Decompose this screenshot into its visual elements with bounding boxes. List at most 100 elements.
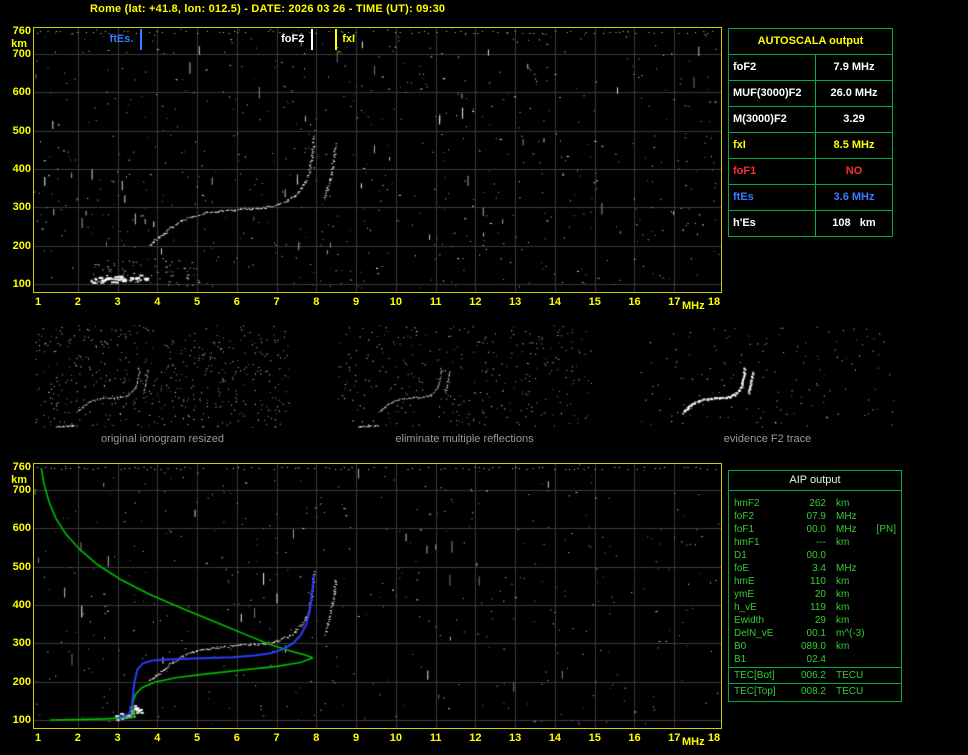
x-tick-label: 16 — [628, 732, 641, 744]
thumbnail-multiple-reflections — [337, 325, 592, 428]
x-tick-label: 7 — [273, 732, 280, 744]
aip-row-yme: ymE 20 km — [729, 588, 901, 601]
aip-row-value: 20 — [814, 589, 826, 600]
aip-row-value: 110 — [810, 576, 826, 587]
x-tick-label: 6 — [233, 296, 240, 308]
aip-row-b0: B0 089.0 km — [729, 640, 901, 653]
x-tick-label: 2 — [74, 296, 81, 308]
y-tick-label: 200 — [12, 239, 31, 252]
aip-row-hme: hmE 110 km — [729, 575, 901, 588]
x-tick-label: 4 — [154, 732, 161, 744]
aip-row-label: hmE — [734, 576, 755, 587]
aip-row-unit: TECU — [836, 686, 864, 697]
autoscala-row-m-3000-f2: M(3000)F2 3.29 — [729, 107, 892, 133]
autoscala-output-panel: AUTOSCALA output foF2 7.9 MHz MUF(3000)F2 2… — [728, 28, 893, 237]
aip-row-b1: B1 02.4 — [729, 653, 901, 666]
autoscala-row-ftes: ftEs 3.6 MHz — [729, 185, 892, 211]
autoscala-row-value: NO — [845, 165, 863, 177]
autoscala-row-label: foF1 — [729, 159, 816, 184]
aip-row-label: TEC[Bot] — [734, 670, 775, 681]
x-tick-label: 5 — [193, 732, 201, 744]
autoscala-row-label: foF2 — [729, 55, 816, 80]
aip-row-label: h_vE — [734, 602, 757, 613]
aip-row-value: 07.9 — [806, 511, 826, 522]
aip-row-value: 089.0 — [800, 641, 826, 652]
autoscala-output-title: AUTOSCALA output — [729, 29, 892, 55]
marker-line-fof2 — [311, 29, 314, 50]
x-tick-label: 4 — [154, 296, 161, 308]
aip-row-unit: km — [836, 576, 850, 587]
x-tick-label: 8 — [313, 732, 320, 744]
autoscala-row-value: 3.29 — [843, 113, 865, 125]
x-axis-unit-label: MHz — [682, 736, 705, 748]
aip-row-unit: km — [836, 641, 850, 652]
y-tick-label: 500 — [12, 124, 31, 137]
x-tick-label: 11 — [429, 732, 442, 744]
aip-row-value: 02.4 — [806, 654, 826, 665]
aip-row-label: B1 — [734, 654, 747, 665]
aip-row-unit: TECU — [836, 670, 864, 681]
autoscala-row-value: 7.9 MHz — [833, 61, 875, 73]
x-tick-label: 13 — [509, 296, 522, 308]
aip-row-foe: foE 3.4 MHz — [729, 562, 901, 575]
y-axis-top-label: 760 — [12, 25, 31, 37]
y-tick-label: 700 — [12, 484, 31, 496]
aip-row-fof1: foF1 00.0 MHz [PN] — [729, 523, 901, 536]
main-ionogram-canvas — [34, 28, 721, 292]
profile-ionogram-canvas — [34, 464, 721, 728]
aip-row-unit: MHz — [836, 563, 857, 574]
thumbnail-original-ionogram — [35, 325, 290, 428]
aip-row-label: foF2 — [734, 511, 755, 522]
aip-row-unit: m^(-3) — [836, 628, 865, 639]
marker-line-ftes — [140, 29, 143, 50]
autoscala-row-value: 26.0 MHz — [830, 87, 878, 99]
thumbnail-caption-reflections: eliminate multiple reflections — [395, 433, 534, 445]
x-tick-label: 18 — [707, 296, 721, 308]
aip-row-label: ymE — [734, 589, 754, 600]
marker-label-ftes: ftEs. — [109, 33, 134, 45]
y-tick-label: 400 — [12, 599, 31, 611]
autoscala-output-rows: foF2 7.9 MHz MUF(3000)F2 26.0 MHz M(3000)F2 3… — [729, 55, 892, 236]
aip-row-value: --- — [816, 537, 826, 548]
aip-row-value: 00.1 — [806, 628, 826, 639]
autoscala-row-muf-3000-f2: MUF(3000)F2 26.0 MHz — [729, 81, 892, 107]
autoscala-row-label: MUF(3000)F2 — [729, 81, 816, 106]
aip-row-tec-bot: TEC[Bot] 006.2 TECU — [729, 669, 901, 682]
aip-output-panel: AIP output hmF2 262 km foF2 07.9 MHz foF1 00.0 M… — [728, 470, 902, 702]
aip-separator — [729, 683, 901, 684]
aip-output-rows: hmF2 262 km foF2 07.9 MHz foF1 00.0 MHz [PN] hmF1 -… — [729, 497, 901, 698]
x-tick-label: 13 — [509, 732, 522, 744]
aip-separator — [729, 667, 901, 668]
aip-row-value: 119 — [810, 602, 826, 613]
aip-row-label: foF1 — [734, 524, 755, 535]
aip-row-value: 00.0 — [806, 550, 826, 561]
x-tick-label: 15 — [588, 296, 601, 308]
autoscala-row-fof2: foF2 7.9 MHz — [729, 55, 892, 81]
y-tick-label: 400 — [12, 163, 31, 175]
aip-row-tec-top: TEC[Top] 008.2 TECU — [729, 685, 901, 698]
x-tick-label: 8 — [313, 296, 320, 308]
x-tick-label: 3 — [114, 732, 121, 744]
aip-row-unit: km — [836, 537, 850, 548]
autoscala-row-fxi: fxI 8.5 MHz — [729, 133, 892, 159]
marker-label-fof2: foF2 — [281, 33, 305, 45]
aip-row-unit: km — [836, 498, 850, 509]
x-tick-label: 7 — [273, 296, 280, 308]
autoscala-row-value: 8.5 MHz — [833, 139, 875, 151]
x-tick-label: 11 — [429, 296, 442, 308]
autoscala-row-value: 108 km — [832, 217, 876, 229]
autoscala-row-h-es: h'Es 108 km — [729, 211, 892, 236]
autoscala-row-label: fxI — [729, 133, 816, 158]
thumbnail-f2-trace — [640, 325, 895, 428]
aip-row-unit: km — [836, 602, 850, 613]
x-tick-label: 10 — [389, 296, 402, 308]
aip-row-unit — [826, 549, 836, 562]
aip-row-fof2: foF2 07.9 MHz — [729, 510, 901, 523]
marker-line-fxi — [335, 29, 338, 50]
aip-row-label: foE — [734, 563, 750, 574]
autoscala-application-window: Rome (lat: +41.8, lon: 012.5) - DATE: 20… — [0, 0, 968, 755]
y-tick-label: 700 — [12, 48, 31, 60]
x-tick-label: 1 — [34, 296, 42, 308]
aip-row-unit: km — [836, 589, 850, 600]
thumbnail-caption-f2trace: evidence F2 trace — [723, 433, 812, 445]
